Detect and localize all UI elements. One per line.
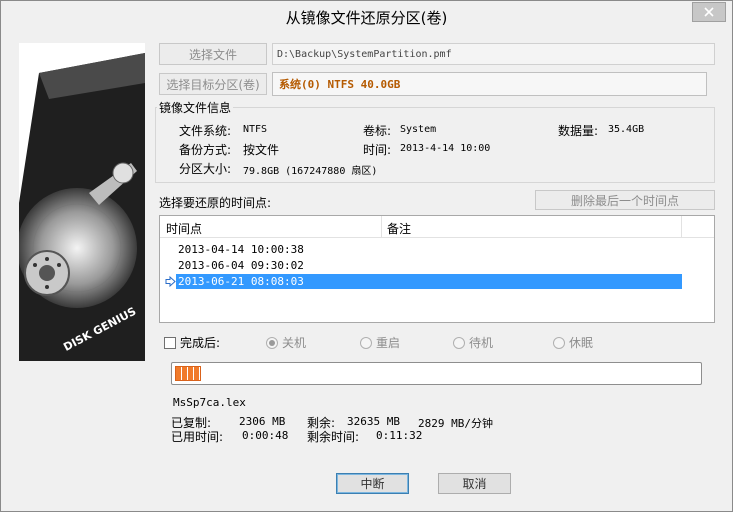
radio-hibernate[interactable]: 休眠 — [553, 334, 593, 351]
backup-mode-label: 备份方式: — [179, 143, 232, 157]
window-title: 从镜像文件还原分区(卷) — [285, 9, 448, 27]
abort-button[interactable]: 中断 — [336, 473, 409, 494]
title-bar[interactable]: 从镜像文件还原分区(卷) — [1, 1, 732, 31]
cancel-button[interactable]: 取消 — [438, 473, 511, 494]
radio-button[interactable] — [266, 336, 278, 349]
radio-label: 休眠 — [569, 336, 594, 350]
volume-value: System — [400, 124, 437, 135]
close-icon — [704, 7, 714, 17]
disk-genius-artwork: DISK GENIUS — [19, 43, 145, 361]
column-header-time[interactable]: 时间点 — [166, 220, 202, 237]
target-partition-field[interactable]: 系统(0) NTFS 40.0GB — [272, 72, 707, 96]
select-target-partition-button[interactable]: 选择目标分区(卷) — [159, 73, 267, 95]
restore-points-list[interactable]: 时间点 备注 2013-04-14 10:00:38 2013-06-04 09… — [159, 215, 715, 323]
fs-label: 文件系统: — [179, 124, 232, 138]
volume-label: 卷标: — [363, 124, 392, 138]
image-info-legend: 镜像文件信息 — [157, 99, 234, 116]
list-item-selected[interactable]: 2013-06-21 08:08:03 — [176, 274, 682, 289]
time-label: 时间: — [363, 143, 392, 157]
radio-restart[interactable]: 重启 — [360, 334, 400, 351]
list-header: 时间点 备注 — [160, 216, 714, 238]
backup-mode-value: 按文件 — [243, 143, 280, 157]
restore-points-label: 选择要还原的时间点: — [159, 196, 272, 210]
select-file-button[interactable]: 选择文件 — [159, 43, 267, 65]
column-header-note[interactable]: 备注 — [387, 220, 411, 237]
restore-dialog: 从镜像文件还原分区(卷) DISK GENIUS 选择文件 D:\Backup\… — [0, 0, 733, 512]
data-size-value: 35.4GB — [608, 124, 645, 135]
progress-fill — [175, 366, 201, 381]
speed-value: 2829 MB/分钟 — [418, 417, 493, 430]
time-left-value: 0:11:32 — [376, 429, 423, 442]
fs-value: NTFS — [243, 124, 268, 135]
elapsed-value: 0:00:48 — [242, 429, 289, 442]
column-separator[interactable] — [381, 216, 382, 238]
radio-button[interactable] — [453, 336, 465, 349]
delete-last-point-button[interactable]: 删除最后一个时间点 — [535, 190, 715, 210]
checkbox-box[interactable] — [164, 336, 176, 349]
after-completion-checkbox[interactable]: 完成后: — [164, 334, 220, 351]
radio-standby[interactable]: 待机 — [453, 334, 493, 351]
copied-value: 2306 MB — [239, 415, 286, 428]
current-arrow-icon — [165, 276, 176, 287]
after-completion-label: 完成后: — [180, 336, 221, 350]
remaining-value: 32635 MB — [347, 415, 400, 428]
source-path-field[interactable]: D:\Backup\SystemPartition.pmf — [272, 43, 715, 65]
partition-size-label: 分区大小: — [179, 162, 232, 176]
time-value: 2013-4-14 10:00 — [400, 143, 491, 154]
progress-bar — [171, 362, 702, 385]
list-item[interactable]: 2013-04-14 10:00:38 — [176, 242, 682, 257]
radio-button[interactable] — [360, 336, 372, 349]
radio-label: 待机 — [469, 336, 494, 350]
elapsed-label: 已用时间: — [171, 430, 224, 444]
column-separator[interactable] — [681, 216, 682, 238]
radio-button[interactable] — [553, 336, 565, 349]
radio-shutdown[interactable]: 关机 — [266, 334, 306, 351]
time-left-label: 剩余时间: — [307, 430, 360, 444]
close-button[interactable] — [692, 2, 726, 22]
partition-size-value: 79.8GB (167247880 扇区) — [243, 166, 378, 177]
radio-label: 关机 — [282, 336, 307, 350]
radio-label: 重启 — [376, 336, 401, 350]
list-item[interactable]: 2013-06-04 09:30:02 — [176, 258, 682, 273]
hard-disk-illustration: DISK GENIUS — [19, 43, 145, 361]
data-size-label: 数据量: — [558, 124, 599, 138]
current-file: MsSp7ca.lex — [173, 396, 246, 409]
